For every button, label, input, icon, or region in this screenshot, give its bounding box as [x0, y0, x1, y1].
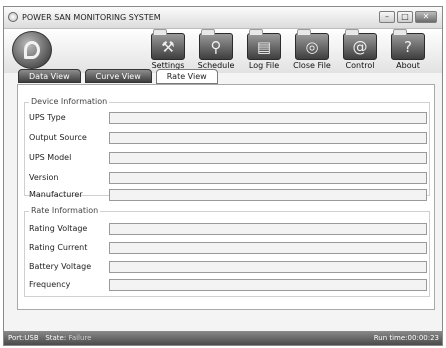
app-icon — [8, 12, 18, 22]
control-button[interactable]: @ Control — [336, 29, 384, 70]
log-file-icon: ▤ — [247, 29, 281, 60]
tab-rate-view[interactable]: Rate View — [155, 69, 218, 84]
rating-current-label: Rating Current — [29, 243, 88, 252]
frequency-label: Frequency — [29, 280, 71, 289]
version-label: Version — [29, 173, 59, 182]
control-icon: @ — [343, 29, 377, 60]
rate-information-title: Rate Information — [29, 206, 101, 215]
battery-voltage-field — [109, 261, 427, 273]
field-ups-model: UPS Model — [29, 152, 427, 164]
schedule-icon: ⚲ — [199, 29, 233, 60]
control-label: Control — [345, 61, 375, 70]
tab-data-view[interactable]: Data View — [18, 69, 81, 83]
rate-view-panel: Device Information UPS Type Output Sourc… — [17, 84, 435, 310]
device-information-title: Device Information — [29, 97, 110, 106]
title-bar: POWER SAN MONITORING SYSTEM – □ ✕ — [4, 7, 442, 29]
port-value: USB — [24, 334, 39, 342]
app-logo — [12, 31, 52, 69]
maximize-button[interactable]: □ — [397, 11, 413, 23]
output-source-field — [109, 132, 427, 144]
close-file-label: Close File — [293, 61, 331, 70]
field-version: Version — [29, 172, 427, 184]
state-value: Failure — [68, 334, 92, 342]
frequency-field — [109, 279, 427, 291]
port-label: Port: — [8, 334, 25, 342]
version-field — [109, 172, 427, 184]
output-source-label: Output Source — [29, 133, 87, 142]
battery-voltage-label: Battery Voltage — [29, 262, 92, 271]
close-file-icon: ◎ — [295, 29, 329, 60]
field-ups-type: UPS Type — [29, 112, 427, 124]
close-button[interactable]: ✕ — [415, 11, 437, 23]
status-bar: Port:USB State: Failure Run time:00:00:2… — [4, 331, 442, 345]
tab-curve-view[interactable]: Curve View — [84, 69, 152, 83]
status-right: Run time:00:00:23 — [374, 334, 439, 342]
rating-current-field — [109, 242, 427, 254]
device-information-group: Device Information UPS Type Output Sourc… — [24, 97, 430, 201]
close-file-button[interactable]: ◎ Close File — [288, 29, 336, 70]
ups-model-label: UPS Model — [29, 153, 72, 162]
ups-type-field — [109, 112, 427, 124]
rating-voltage-label: Rating Voltage — [29, 224, 88, 233]
state-label: State: — [45, 334, 67, 342]
log-file-label: Log File — [248, 61, 280, 70]
rate-information-group: Rate Information Rating Voltage Rating C… — [24, 206, 430, 297]
ups-type-label: UPS Type — [29, 113, 66, 122]
about-label: About — [396, 61, 420, 70]
field-rating-voltage: Rating Voltage — [29, 223, 427, 235]
logo-mark — [24, 41, 40, 59]
minimize-button[interactable]: – — [379, 11, 395, 23]
toolbar-buttons: ⚒ Settings ⚲ Schedule ▤ Log File ◎ Close… — [144, 29, 432, 70]
rating-voltage-field — [109, 223, 427, 235]
view-tabs: Data View Curve View Rate View — [18, 69, 218, 84]
toolbar: ⚒ Settings ⚲ Schedule ▤ Log File ◎ Close… — [4, 29, 442, 73]
field-battery-voltage: Battery Voltage — [29, 261, 427, 273]
log-file-button[interactable]: ▤ Log File — [240, 29, 288, 70]
ups-model-field — [109, 152, 427, 164]
status-left: Port:USB State: Failure — [8, 334, 91, 342]
runtime-label: Run time: — [373, 334, 408, 342]
manufacturer-label: Manufacturer — [29, 190, 83, 199]
runtime-value: 00:00:23 — [407, 334, 439, 342]
settings-button[interactable]: ⚒ Settings — [144, 29, 192, 70]
manufacturer-field — [109, 189, 427, 201]
settings-icon: ⚒ — [151, 29, 185, 60]
schedule-button[interactable]: ⚲ Schedule — [192, 29, 240, 70]
window-title: POWER SAN MONITORING SYSTEM — [22, 13, 161, 22]
field-output-source: Output Source — [29, 132, 427, 144]
window-controls: – □ ✕ — [379, 11, 437, 23]
about-button[interactable]: ? About — [384, 29, 432, 70]
about-icon: ? — [391, 29, 425, 60]
field-rating-current: Rating Current — [29, 242, 427, 254]
main-window: POWER SAN MONITORING SYSTEM – □ ✕ ⚒ Sett… — [3, 6, 443, 346]
field-frequency: Frequency — [29, 279, 427, 291]
field-manufacturer: Manufacturer — [29, 189, 427, 201]
